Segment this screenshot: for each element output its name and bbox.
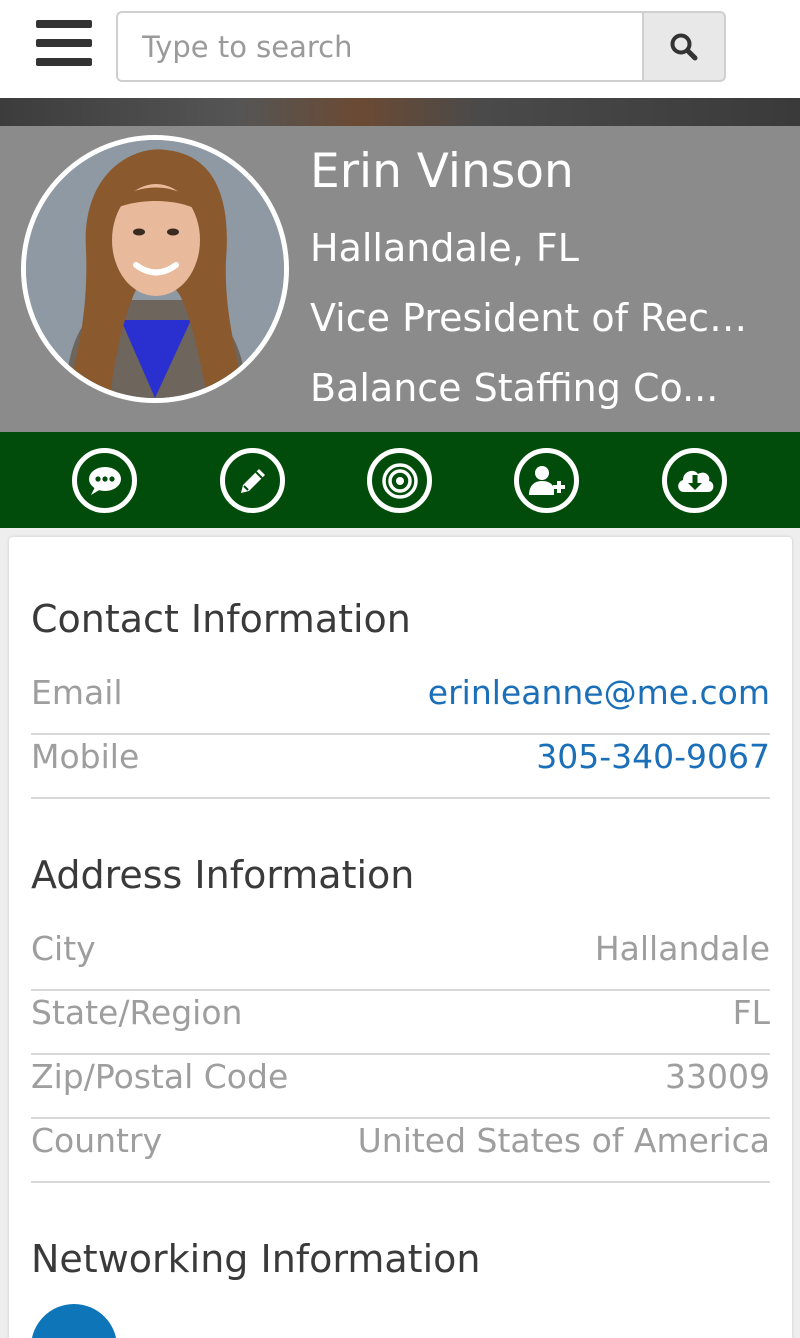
- city-label: City: [31, 929, 96, 968]
- mobile-row: Mobile 305-340-9067: [31, 735, 770, 799]
- mobile-link[interactable]: 305-340-9067: [536, 735, 770, 779]
- profile-location: Hallandale, FL: [310, 226, 579, 270]
- info-card: Contact Information Email erinleanne@me.…: [9, 537, 792, 1338]
- country-label: Country: [31, 1121, 163, 1160]
- message-button[interactable]: [72, 448, 137, 513]
- linkedin-icon[interactable]: [31, 1304, 117, 1338]
- email-label: Email: [31, 673, 123, 712]
- add-contact-button[interactable]: [514, 448, 579, 513]
- state-row: State/Region FL: [31, 991, 770, 1055]
- add-contact-icon: [528, 465, 565, 495]
- profile-job-title: Vice President of Recr...: [310, 296, 750, 340]
- target-button[interactable]: [367, 448, 432, 513]
- city-row: City Hallandale: [31, 927, 770, 991]
- mobile-label: Mobile: [31, 737, 140, 776]
- chat-icon: [88, 466, 121, 495]
- address-section-title: Address Information: [31, 853, 415, 897]
- cover-banner: [0, 98, 800, 126]
- city-value: Hallandale: [594, 929, 770, 968]
- zip-row: Zip/Postal Code 33009: [31, 1055, 770, 1119]
- menu-icon[interactable]: [36, 20, 92, 68]
- search-button[interactable]: [642, 11, 726, 82]
- search-icon: [670, 33, 698, 60]
- edit-button[interactable]: [220, 448, 285, 513]
- search-input[interactable]: [116, 11, 644, 82]
- action-bar: [0, 432, 800, 528]
- zip-label: Zip/Postal Code: [31, 1057, 289, 1096]
- profile-company: Balance Staffing Co...: [310, 366, 719, 410]
- top-bar: [0, 0, 800, 98]
- profile-name: Erin Vinson: [310, 144, 574, 199]
- profile-header: Erin Vinson Hallandale, FL Vice Presiden…: [0, 126, 800, 432]
- contact-section-title: Contact Information: [31, 597, 411, 641]
- country-value: United States of America: [357, 1121, 770, 1160]
- state-value: FL: [732, 993, 770, 1032]
- networking-section-title: Networking Information: [31, 1237, 481, 1281]
- country-row: Country United States of America: [31, 1119, 770, 1183]
- email-row: Email erinleanne@me.com: [31, 671, 770, 735]
- avatar: [21, 135, 289, 403]
- edit-icon: [240, 468, 265, 493]
- target-icon: [381, 462, 418, 499]
- email-link[interactable]: erinleanne@me.com: [428, 671, 770, 715]
- zip-value: 33009: [665, 1057, 770, 1096]
- download-button[interactable]: [662, 448, 727, 513]
- state-label: State/Region: [31, 993, 243, 1032]
- cloud-download-icon: [677, 470, 713, 492]
